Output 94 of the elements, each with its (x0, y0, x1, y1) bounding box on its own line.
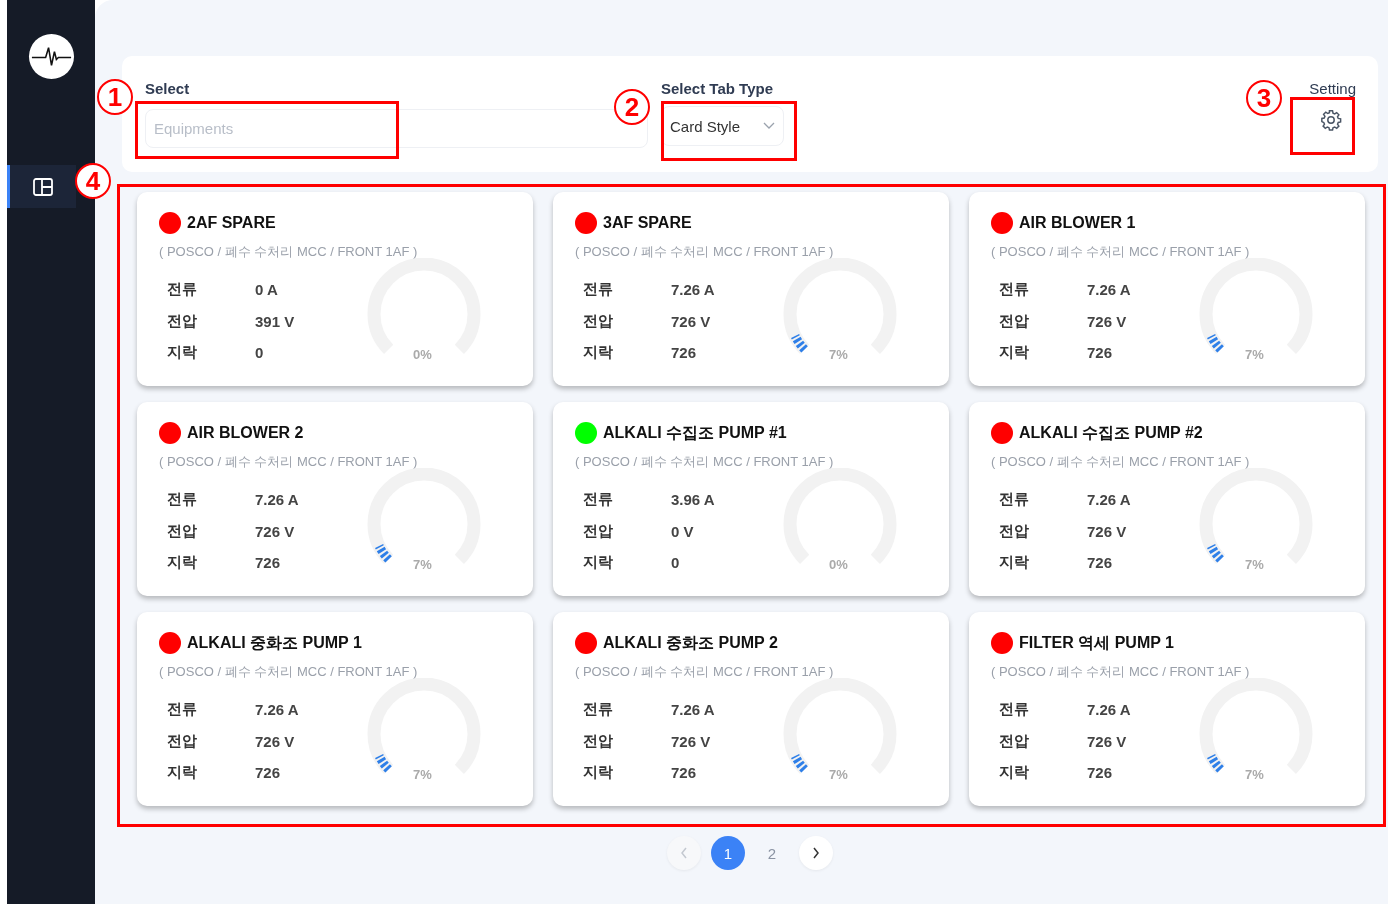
metric-value: 0 (255, 343, 265, 364)
metric-label: 지락 (999, 337, 1087, 369)
metric-label: 전류 (999, 484, 1087, 516)
metric-value: 726 (255, 763, 282, 784)
metric-label: 전압 (167, 725, 255, 757)
device-name: ALKALI 중화조 PUMP 2 (603, 632, 778, 653)
page-button[interactable]: 1 (711, 836, 745, 870)
metric-label: 지락 (999, 757, 1087, 789)
gauge-reading: 7% (1245, 557, 1264, 572)
metric-value: 0 A (255, 280, 279, 301)
device-location: ( POSCO / 폐수 수처리 MCC / FRONT 1AF ) (159, 663, 419, 681)
device-name: AIR BLOWER 2 (187, 424, 304, 442)
gauge-reading: 7% (413, 557, 432, 572)
metric-value: 726 V (255, 521, 296, 542)
device-location: ( POSCO / 폐수 수처리 MCC / FRONT 1AF ) (991, 243, 1251, 261)
logo-icon (28, 33, 75, 80)
metric-value: 0 V (671, 521, 695, 542)
metric-value: 7.26 A (1087, 700, 1131, 721)
device-name: ALKALI 수집조 PUMP #1 (603, 422, 787, 443)
field-label: Select Tab Type (661, 80, 774, 98)
metric-label: 전압 (999, 725, 1087, 757)
setting-label: Setting (1309, 80, 1356, 97)
metric-label: 지락 (167, 547, 255, 579)
metric-value: 726 (255, 553, 282, 574)
metric-label: 전압 (999, 515, 1087, 547)
device-name: FILTER 역세 PUMP 1 (1019, 632, 1174, 653)
metric-label: 전압 (583, 515, 671, 547)
metric-label: 전류 (167, 694, 255, 726)
gauge-reading: 7% (413, 767, 432, 782)
metric-value: 726 V (1087, 311, 1128, 332)
page-button[interactable]: 2 (755, 836, 789, 870)
metric-label: 전압 (583, 725, 671, 757)
metric-label: 지락 (999, 547, 1087, 579)
metric-label: 전압 (999, 305, 1087, 337)
metric-label: 전압 (167, 515, 255, 547)
device-location: ( POSCO / 폐수 수처리 MCC / FRONT 1AF ) (159, 453, 419, 471)
metric-label: 전류 (167, 274, 255, 306)
field-label: Select (145, 80, 191, 98)
device-location: ( POSCO / 폐수 수처리 MCC / FRONT 1AF ) (159, 243, 419, 261)
device-name: ALKALI 중화조 PUMP 1 (187, 632, 362, 653)
metric-label: 전류 (999, 694, 1087, 726)
metric-label: 지락 (167, 337, 255, 369)
gauge-reading: 0% (829, 557, 848, 572)
metric-value: 0 (671, 553, 681, 574)
chevron-right-icon (812, 847, 820, 859)
metric-label: 지락 (167, 757, 255, 789)
metric-value: 726 V (255, 731, 296, 752)
metric-label: 전압 (167, 305, 255, 337)
device-name: ALKALI 수집조 PUMP #2 (1019, 422, 1203, 443)
metric-label: 지락 (583, 757, 671, 789)
settings-icon[interactable] (1320, 109, 1342, 131)
metric-value: 726 V (671, 731, 712, 752)
metric-value: 7.26 A (671, 700, 715, 721)
metric-label: 전류 (583, 274, 671, 306)
gauge-reading: 7% (829, 767, 848, 782)
metric-value: 726 V (1087, 521, 1128, 542)
metric-value: 7.26 A (1087, 490, 1131, 511)
metric-value: 726 (1087, 343, 1114, 364)
metric-value: 726 (671, 343, 698, 364)
metric-value: 7.26 A (671, 280, 715, 301)
device-name: 2AF SPARE (187, 214, 276, 232)
metric-label: 지락 (583, 337, 671, 369)
metric-value: 726 V (1087, 731, 1128, 752)
metric-value: 726 (1087, 553, 1114, 574)
device-location: ( POSCO / 폐수 수처리 MCC / FRONT 1AF ) (575, 663, 835, 681)
metric-label: 전류 (583, 694, 671, 726)
device-name: 3AF SPARE (603, 214, 692, 232)
metric-label: 전압 (583, 305, 671, 337)
layout-icon (33, 177, 53, 196)
chevron-down-icon (763, 122, 775, 130)
device-location: ( POSCO / 폐수 수처리 MCC / FRONT 1AF ) (991, 663, 1251, 681)
metric-label: 전류 (167, 484, 255, 516)
gauge-reading: 0% (413, 347, 432, 362)
gauge-reading: 7% (829, 347, 848, 362)
metric-value: 3.96 A (671, 490, 715, 511)
device-name: AIR BLOWER 1 (1019, 214, 1136, 232)
device-location: ( POSCO / 폐수 수처리 MCC / FRONT 1AF ) (575, 243, 835, 261)
device-location: ( POSCO / 폐수 수처리 MCC / FRONT 1AF ) (991, 453, 1251, 471)
metric-value: 391 V (255, 311, 295, 332)
device-location: ( POSCO / 폐수 수처리 MCC / FRONT 1AF ) (575, 453, 835, 471)
metric-label: 지락 (583, 547, 671, 579)
metric-label: 전류 (999, 274, 1087, 306)
metric-value: 7.26 A (255, 490, 299, 511)
callout-frame (1290, 97, 1355, 155)
metric-label: 전류 (583, 484, 671, 516)
gauge-reading: 7% (1245, 347, 1264, 362)
chevron-left-icon (680, 847, 688, 859)
metric-value: 726 (671, 763, 698, 784)
metric-value: 726 V (671, 311, 712, 332)
nav-item[interactable] (7, 165, 76, 208)
metric-value: 726 (1087, 763, 1114, 784)
metric-value: 7.26 A (255, 700, 299, 721)
metric-value: 7.26 A (1087, 280, 1131, 301)
gauge-reading: 7% (1245, 767, 1264, 782)
